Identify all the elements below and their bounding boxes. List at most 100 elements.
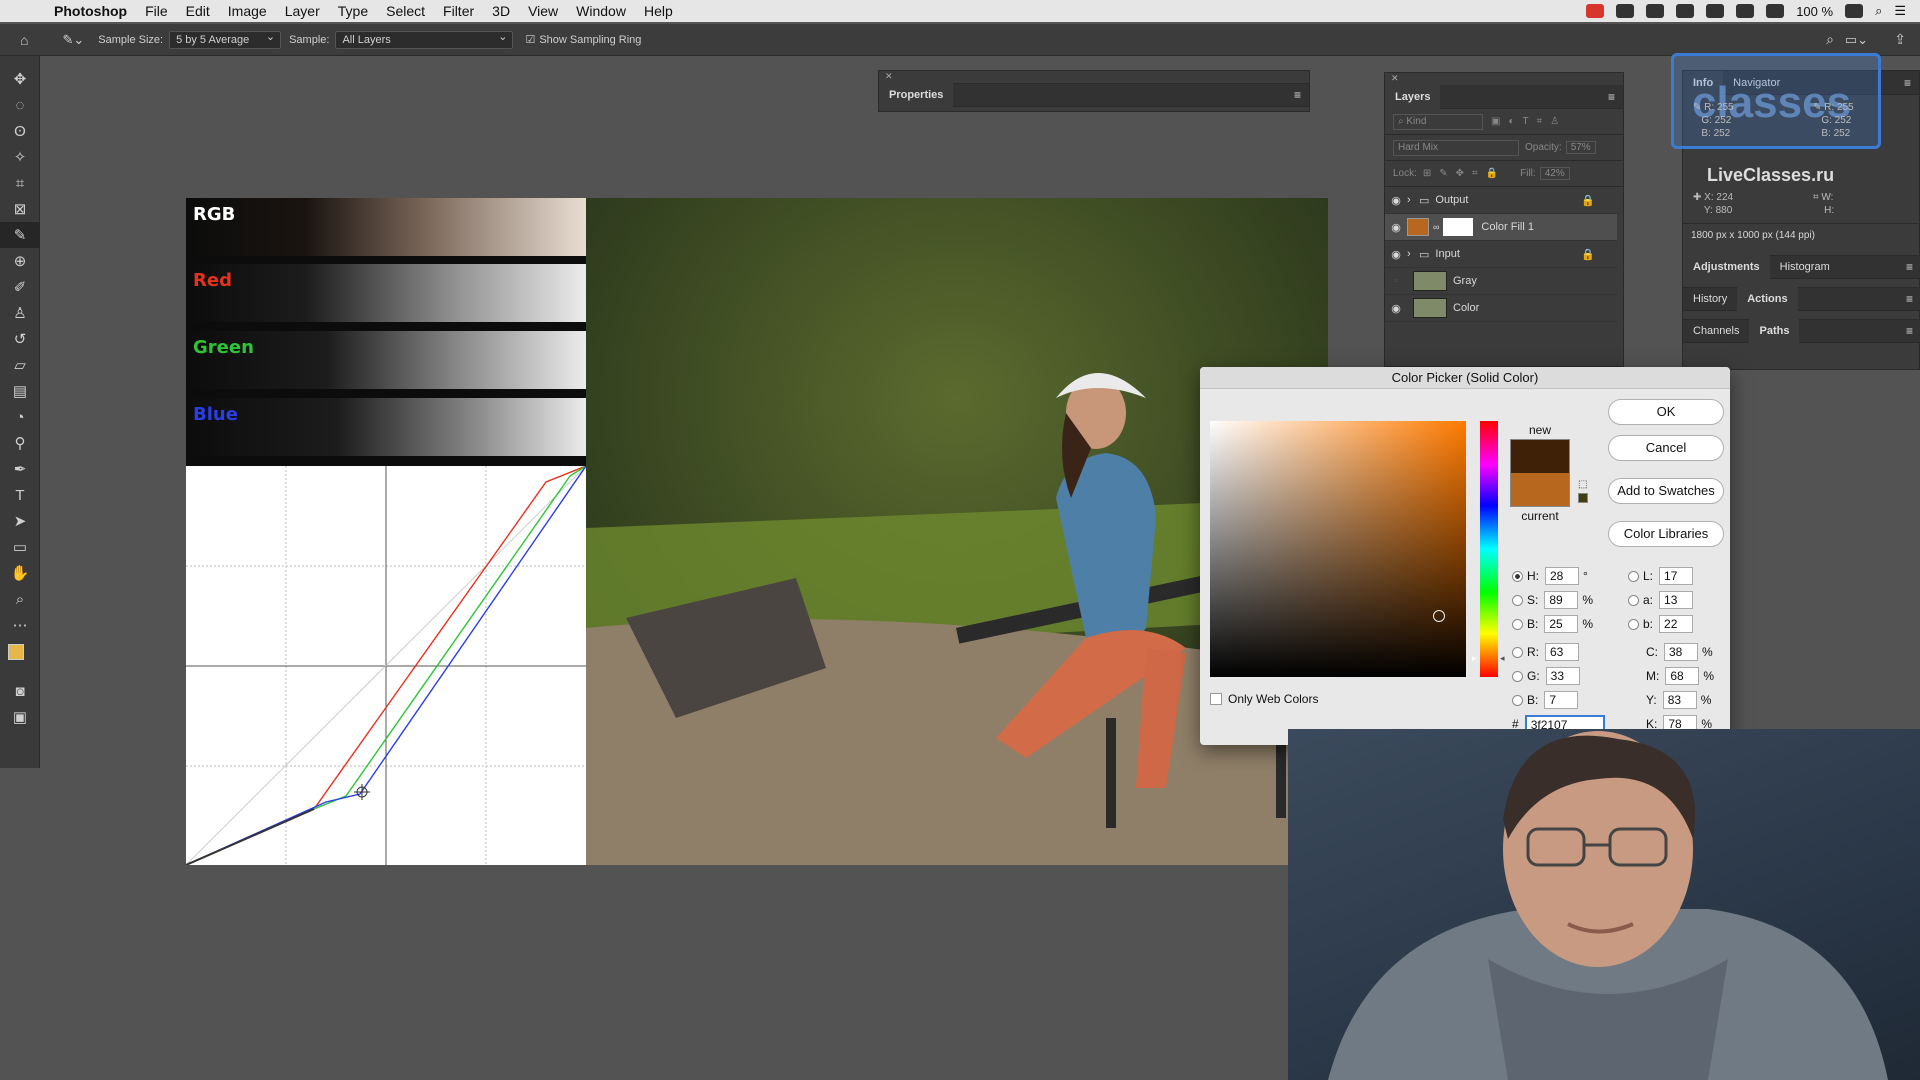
expand-arrow-icon[interactable]: ›: [1407, 248, 1419, 260]
sampling-ring-checkbox[interactable]: ☑: [525, 33, 535, 46]
type-tool-icon[interactable]: T: [0, 482, 40, 508]
channels-menu-icon[interactable]: ≡: [1906, 324, 1913, 338]
cancel-button[interactable]: Cancel: [1608, 435, 1724, 461]
properties-menu-icon[interactable]: ≡: [1294, 88, 1301, 102]
history-brush-tool-icon[interactable]: ↺: [0, 326, 40, 352]
layer-gray[interactable]: ▫ Gray: [1385, 268, 1617, 295]
hue-field[interactable]: H: 28 °: [1512, 567, 1588, 585]
menu-edit[interactable]: Edit: [177, 3, 219, 19]
search-icon[interactable]: ⌕: [1875, 3, 1882, 19]
adjustments-tab[interactable]: Adjustments: [1683, 255, 1770, 279]
layer-color-fill-1[interactable]: ◉ ∞ Color Fill 1: [1385, 214, 1617, 241]
layers-tab[interactable]: Layers: [1385, 84, 1441, 109]
lab-a-field[interactable]: a: 13: [1628, 591, 1697, 609]
sample-select[interactable]: All Layers: [335, 29, 514, 49]
ok-button[interactable]: OK: [1608, 399, 1724, 425]
history-tab[interactable]: History: [1683, 287, 1737, 311]
red-field[interactable]: R: 63: [1512, 643, 1583, 661]
only-web-colors-checkbox[interactable]: Only Web Colors: [1210, 692, 1318, 706]
current-color-swatch[interactable]: [1510, 473, 1570, 507]
hand-tool-icon[interactable]: ✋: [0, 560, 40, 586]
blend-mode-select[interactable]: Hard Mix: [1393, 139, 1519, 156]
paths-tab[interactable]: Paths: [1749, 319, 1800, 343]
lab-l-field[interactable]: L: 17: [1628, 567, 1697, 585]
menu-layer[interactable]: Layer: [276, 3, 329, 19]
magenta-field[interactable]: M: 68%: [1646, 667, 1714, 685]
curves-graph[interactable]: [186, 466, 586, 865]
frame-tool-icon[interactable]: ⊠: [0, 196, 40, 222]
history-menu-icon[interactable]: ≡: [1906, 292, 1913, 306]
layers-close-icon[interactable]: ✕: [1385, 73, 1623, 85]
eyedropper-tool-icon[interactable]: ✎: [0, 222, 40, 248]
properties-tab[interactable]: Properties: [879, 83, 954, 107]
actions-tab[interactable]: Actions: [1737, 287, 1798, 311]
layer-output[interactable]: ◉ › ▭ Output 🔒: [1385, 187, 1617, 214]
move-tool-icon[interactable]: ✥: [0, 66, 40, 92]
opacity-field[interactable]: 57%: [1565, 141, 1596, 154]
home-icon[interactable]: ⌂: [20, 32, 28, 48]
eyedropper-preset-icon[interactable]: ✎⌄: [62, 32, 84, 48]
mask-thumbnail[interactable]: [1443, 218, 1474, 236]
visibility-off-icon[interactable]: ▫: [1385, 275, 1407, 287]
kind-filter-select[interactable]: ⌕ Kind: [1393, 113, 1483, 130]
lock-icons[interactable]: ⊞✎✥⌗🔒: [1423, 168, 1506, 179]
brightness-field[interactable]: B: 25%: [1512, 615, 1593, 633]
document-canvas[interactable]: RGB Red Green Blue: [186, 198, 1328, 865]
channels-tab[interactable]: Channels: [1683, 319, 1749, 343]
saturation-brightness-field[interactable]: [1210, 421, 1466, 677]
color-selector-circle[interactable]: [1433, 610, 1445, 622]
lasso-tool-icon[interactable]: ʘ: [0, 118, 40, 144]
brush-tool-icon[interactable]: ✐: [0, 274, 40, 300]
creative-cloud-icon[interactable]: [1676, 4, 1695, 18]
visibility-eye-icon[interactable]: ◉: [1385, 302, 1407, 315]
lab-b-field[interactable]: b: 22: [1628, 615, 1697, 633]
bluetooth-icon[interactable]: [1736, 4, 1755, 18]
share-icon[interactable]: ⇪: [1894, 31, 1906, 48]
fill-thumbnail[interactable]: [1407, 218, 1429, 236]
menu-3d[interactable]: 3D: [483, 3, 519, 19]
color-libraries-button[interactable]: Color Libraries: [1608, 521, 1724, 547]
filter-icons[interactable]: ▣◐T⌗♙: [1491, 116, 1567, 127]
crop-tool-icon[interactable]: ⌗: [0, 170, 40, 196]
menu-image[interactable]: Image: [219, 3, 276, 19]
menu-view[interactable]: View: [519, 3, 567, 19]
live-icon[interactable]: [1586, 4, 1605, 18]
saturation-field[interactable]: S: 89%: [1512, 591, 1593, 609]
workspace-icon[interactable]: ▭⌄: [1845, 32, 1868, 48]
properties-close-icon[interactable]: ✕: [879, 71, 1309, 83]
zoom-tool-icon[interactable]: ⌕: [0, 586, 40, 612]
eraser-tool-icon[interactable]: ▱: [0, 352, 40, 378]
info-menu-icon[interactable]: ≡: [1904, 76, 1911, 90]
histogram-tab[interactable]: Histogram: [1770, 255, 1840, 279]
menu-filter[interactable]: Filter: [434, 3, 483, 19]
dodge-tool-icon[interactable]: ⚲: [0, 430, 40, 456]
healing-tool-icon[interactable]: ⊕: [0, 248, 40, 274]
path-select-tool-icon[interactable]: ➤: [0, 508, 40, 534]
screen-mode-icon[interactable]: ▣: [0, 704, 40, 730]
menu-type[interactable]: Type: [329, 3, 377, 19]
marquee-tool-icon[interactable]: ◌: [0, 92, 40, 118]
gamut-warning-icon[interactable]: ⬚: [1578, 479, 1587, 490]
wifi-icon[interactable]: [1766, 4, 1785, 18]
hue-slider-arrow-right-icon[interactable]: ◂: [1500, 653, 1505, 664]
screen-icon[interactable]: [1646, 4, 1665, 18]
layers-menu-icon[interactable]: ≡: [1608, 90, 1615, 104]
visibility-eye-icon[interactable]: ◉: [1385, 194, 1407, 207]
display-icon[interactable]: [1616, 4, 1635, 18]
fill-field[interactable]: 42%: [1539, 167, 1570, 180]
green-field[interactable]: G: 33: [1512, 667, 1584, 685]
layer-input[interactable]: ◉ › ▭ Input 🔒: [1385, 241, 1617, 268]
rectangle-tool-icon[interactable]: ▭: [0, 534, 40, 560]
foreground-color[interactable]: [8, 644, 24, 660]
add-to-swatches-button[interactable]: Add to Swatches: [1608, 478, 1724, 504]
hue-slider[interactable]: [1480, 421, 1498, 677]
stamp-tool-icon[interactable]: ♙: [0, 300, 40, 326]
sample-size-select[interactable]: 5 by 5 Average: [169, 29, 282, 49]
menu-window[interactable]: Window: [567, 3, 635, 19]
menu-select[interactable]: Select: [377, 3, 434, 19]
cyan-field[interactable]: C: 38%: [1646, 643, 1713, 661]
battery-icon[interactable]: [1845, 4, 1864, 18]
quick-mask-icon[interactable]: ◙: [0, 678, 40, 704]
hue-slider-arrow-icon[interactable]: ▸: [1472, 653, 1477, 664]
more-tools-icon[interactable]: ⋯: [0, 612, 40, 638]
